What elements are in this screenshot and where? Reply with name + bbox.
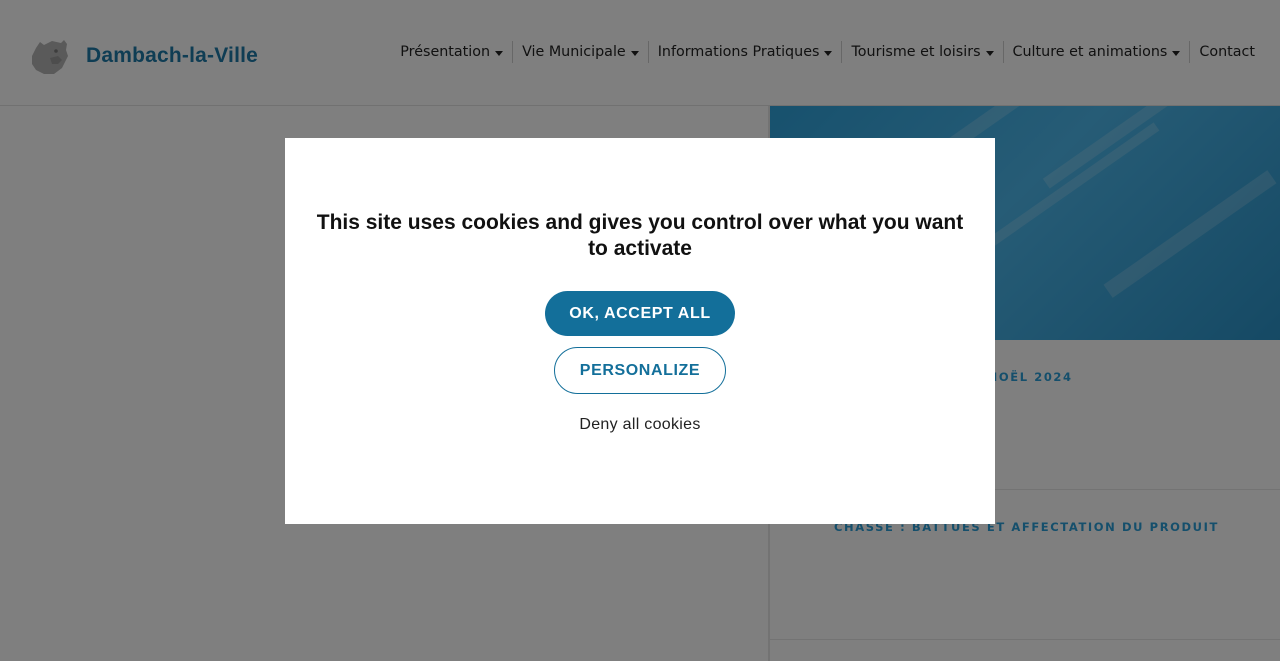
- accept-all-button[interactable]: OK, ACCEPT ALL: [545, 291, 735, 336]
- personalize-button[interactable]: PERSONALIZE: [554, 347, 726, 394]
- deny-all-cookies-button[interactable]: Deny all cookies: [515, 414, 765, 436]
- cookie-consent-dialog: This site uses cookies and gives you con…: [285, 138, 995, 524]
- cookie-dialog-title: This site uses cookies and gives you con…: [316, 211, 964, 260]
